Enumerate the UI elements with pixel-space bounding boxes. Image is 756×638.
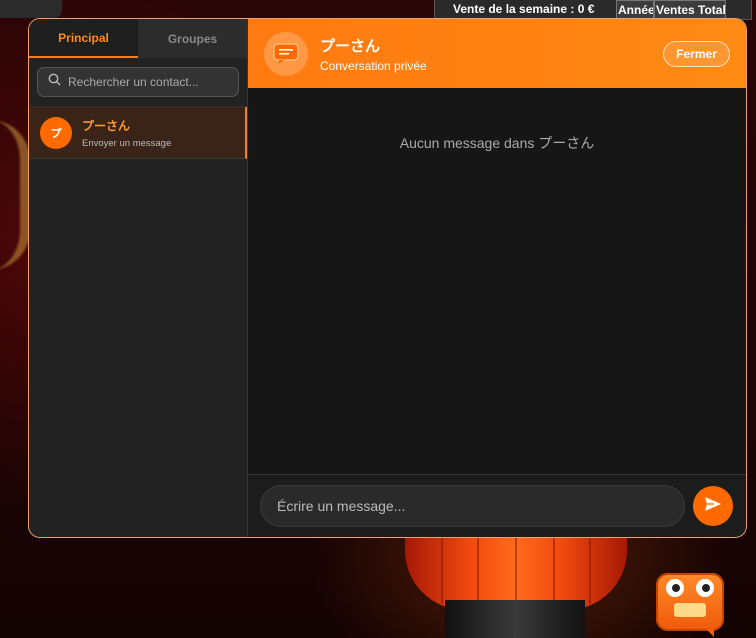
mascot-mouth: [674, 603, 706, 617]
conversation-header: プーさん Conversation privée Fermer: [248, 19, 746, 88]
send-button[interactable]: [693, 486, 733, 526]
conversation-title: プーさん: [320, 37, 381, 55]
lantern-base: [445, 600, 585, 638]
message-input[interactable]: [260, 485, 685, 527]
contact-name: プーさん: [82, 118, 131, 133]
contact-info: プーさん Envoyer un message: [82, 117, 171, 149]
contact-search-input[interactable]: [68, 75, 238, 89]
tab-groupes[interactable]: Groupes: [138, 19, 247, 58]
chat-sidebar: Principal Groupes プ プーさん Envoyer un mess…: [29, 19, 248, 537]
tab-principal[interactable]: Principal: [29, 19, 138, 58]
sidebar-tabs: Principal Groupes: [29, 19, 247, 58]
weekly-sales-label: Vente de la semaine : 0 €: [453, 2, 595, 16]
sales-table-header: Vente de la semaine : 0 € Année Ventes T…: [434, 0, 752, 20]
background-panel-fragment: [0, 0, 62, 18]
contact-list-item[interactable]: プ プーさん Envoyer un message: [29, 107, 247, 159]
total-sales-column-header: Ventes Total: [654, 0, 726, 19]
message-list: Aucun message dans プーさん: [248, 88, 746, 474]
year-column-header: Année: [616, 0, 654, 19]
contact-subtitle: Envoyer un message: [82, 137, 172, 149]
close-button[interactable]: Fermer: [663, 41, 730, 67]
chat-bubble-icon: [264, 31, 308, 76]
chat-mascot-button[interactable]: [656, 573, 724, 637]
conversation-subtitle: Conversation privée: [320, 58, 427, 73]
mascot-bubble-tail: [704, 627, 714, 637]
chat-window: Principal Groupes プ プーさん Envoyer un mess…: [28, 18, 747, 538]
empty-messages-text: Aucun message dans プーさん: [399, 135, 595, 151]
mascot-eye-icon: [666, 579, 684, 597]
conversation-panel: プーさん Conversation privée Fermer Aucun me…: [248, 19, 746, 537]
avatar: プ: [40, 116, 72, 149]
lantern-decoration: [405, 530, 627, 610]
header-text: プーさん Conversation privée: [320, 35, 427, 73]
search-container: [29, 58, 247, 107]
search-box: [37, 67, 239, 97]
send-icon: [704, 496, 722, 517]
search-icon: [48, 73, 61, 91]
mascot-eye-icon: [696, 579, 714, 597]
message-composer: [248, 474, 746, 537]
background-decoration: [0, 120, 30, 270]
